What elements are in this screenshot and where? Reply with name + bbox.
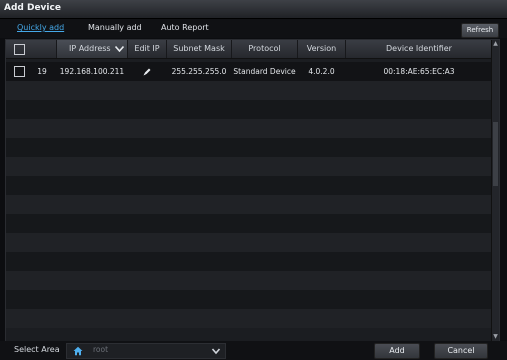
header-ip-address[interactable]: IP Address: [57, 40, 128, 58]
empty-table-row: [6, 233, 499, 252]
empty-table-row: [6, 157, 499, 176]
row-device-identifier: 00:18:AE:65:EC:A3: [383, 67, 455, 76]
scroll-down-arrow-icon[interactable]: ▼: [492, 333, 499, 341]
empty-table-row: [6, 290, 499, 309]
empty-table-row: [6, 271, 499, 290]
row-checkbox[interactable]: [14, 66, 25, 77]
home-icon: [73, 346, 83, 356]
header-edit-ip[interactable]: Edit IP a...: [128, 40, 167, 71]
header-ip-address-label: IP Address: [69, 44, 111, 53]
empty-table-row: [6, 100, 499, 119]
area-select-value: root: [93, 345, 109, 354]
empty-table-row: [6, 81, 499, 100]
window-title: Add Device: [4, 3, 61, 13]
row-index: 19: [37, 67, 47, 76]
refresh-button[interactable]: Refresh: [461, 23, 499, 38]
tab-bar: Quickly add Manually add Auto Report: [0, 19, 507, 38]
header-protocol[interactable]: Protocol: [232, 40, 298, 58]
empty-table-row: [6, 195, 499, 214]
pencil-icon[interactable]: [128, 62, 166, 81]
tab-manually-add[interactable]: Manually add: [88, 23, 142, 32]
scroll-thumb[interactable]: [493, 122, 498, 186]
vertical-scrollbar[interactable]: ▲ ▼: [491, 40, 499, 341]
tab-quickly-add[interactable]: Quickly add: [17, 23, 64, 32]
empty-table-row: [6, 176, 499, 195]
row-subnet-mask: 255.255.255.0: [171, 67, 227, 76]
header-subnet-mask[interactable]: Subnet Mask: [167, 40, 232, 58]
empty-table-row: [6, 309, 499, 328]
select-area-label: Select Area: [14, 345, 60, 354]
area-select-dropdown[interactable]: root: [66, 343, 226, 359]
row-version: 4.0.2.0: [308, 67, 335, 76]
table-row[interactable]: 19 192.168.100.211 255.255.255.0 Standar…: [6, 62, 499, 81]
table-header: IP Address Edit IP a... Subnet Mask Prot…: [6, 40, 499, 71]
select-all-checkbox[interactable]: [14, 44, 25, 55]
empty-table-row: [6, 252, 499, 271]
row-protocol: Standard Device: [233, 67, 296, 76]
window-titlebar: Add Device: [0, 0, 507, 19]
sort-chevron-down-icon: [115, 46, 124, 52]
row-ip-address: 192.168.100.211: [59, 67, 125, 76]
header-select-cell: [6, 40, 57, 58]
header-device-identifier[interactable]: Device Identifier: [346, 40, 492, 58]
device-table: IP Address Edit IP a... Subnet Mask Prot…: [5, 39, 500, 342]
empty-table-row: [6, 119, 499, 138]
empty-table-row: [6, 138, 499, 157]
header-version[interactable]: Version: [298, 40, 346, 58]
tab-auto-report[interactable]: Auto Report: [161, 23, 209, 32]
cancel-button[interactable]: Cancel: [434, 343, 488, 359]
empty-table-row: [6, 214, 499, 233]
chevron-down-icon: [211, 348, 221, 355]
add-button[interactable]: Add: [374, 343, 420, 359]
scroll-up-arrow-icon[interactable]: ▲: [492, 40, 499, 48]
